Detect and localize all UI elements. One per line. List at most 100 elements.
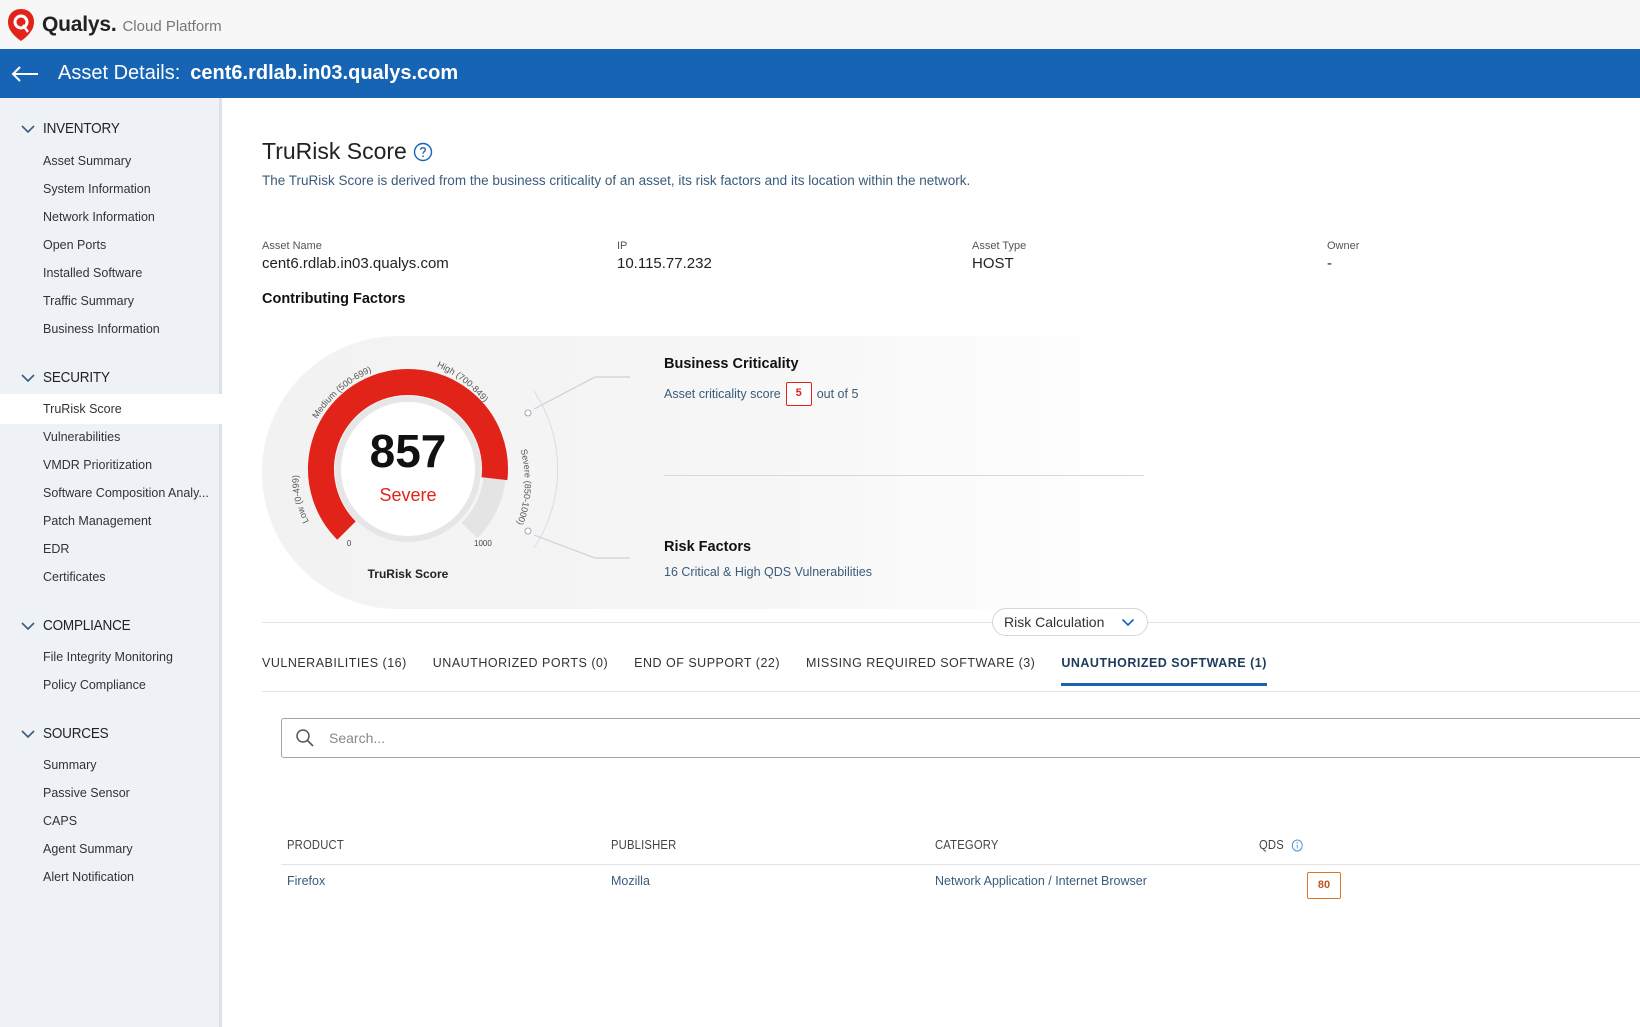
tab-end-of-support[interactable]: END OF SUPPORT (22) — [634, 656, 780, 686]
criticality-score-badge: 5 — [785, 382, 812, 406]
sidebar-item-summary[interactable]: Summary — [0, 750, 222, 780]
search-input[interactable] — [329, 730, 1529, 746]
trurisk-gauge: Low (0-499) Medium (500-699) High (700-8… — [290, 359, 630, 581]
owner-label: Owner — [1327, 240, 1360, 252]
back-arrow-icon[interactable] — [10, 64, 40, 84]
section-description: The TruRisk Score is derived from the bu… — [262, 173, 971, 188]
connector-line — [533, 534, 630, 559]
column-header-qds-label: QDS — [1259, 838, 1284, 852]
chevron-down-icon — [21, 373, 35, 382]
sidebar-item-trurisk-score[interactable]: TruRisk Score — [0, 394, 222, 424]
risk-calculation-divider — [262, 622, 1640, 623]
sidebar-section-label: INVENTORY — [43, 120, 120, 137]
sidebar-section-label: COMPLIANCE — [43, 617, 131, 634]
gauge-max-label: 1000 — [474, 539, 492, 548]
page-title-label: Asset Details: — [58, 62, 181, 84]
sidebar-item-asset-summary[interactable]: Asset Summary — [0, 146, 222, 176]
asset-name-value: cent6.rdlab.in03.qualys.com — [262, 255, 449, 272]
sidebar-section-inventory[interactable]: INVENTORY — [20, 120, 128, 137]
tab-unauthorized-ports[interactable]: UNAUTHORIZED PORTS (0) — [433, 656, 608, 686]
sidebar-item-edr[interactable]: EDR — [0, 534, 222, 564]
risk-calculation-label: Risk Calculation — [1004, 614, 1105, 630]
brand-name: Qualys. — [42, 12, 117, 36]
tab-vulnerabilities[interactable]: VULNERABILITIES (16) — [262, 656, 407, 686]
factor-divider — [664, 475, 1144, 476]
search-box — [281, 718, 1640, 758]
column-header-category[interactable]: CATEGORY — [935, 838, 999, 852]
cell-category: Network Application / Internet Browser — [935, 874, 1147, 888]
qualys-logo-icon[interactable] — [6, 8, 36, 42]
cell-qds-badge: 80 — [1307, 872, 1341, 899]
sidebar-section-sources[interactable]: SOURCES — [20, 725, 116, 742]
tab-missing-required-software[interactable]: MISSING REQUIRED SOFTWARE (3) — [806, 656, 1035, 686]
ip-value: 10.115.77.232 — [617, 255, 712, 272]
sidebar-item-alert-notification[interactable]: Alert Notification — [0, 862, 222, 892]
brand-subtitle: Cloud Platform — [122, 18, 222, 35]
chevron-down-icon — [21, 124, 35, 133]
contributing-factors-heading: Contributing Factors — [262, 291, 406, 307]
criticality-suffix: out of 5 — [816, 387, 859, 401]
business-criticality-title: Business Criticality — [664, 356, 799, 372]
sidebar-item-installed-software[interactable]: Installed Software — [0, 258, 222, 288]
band-label-severe-text: Severe (850-1000) — [515, 448, 533, 527]
sidebar-item-traffic-summary[interactable]: Traffic Summary — [0, 286, 222, 316]
band-label-low-text: Low (0-499) — [290, 475, 310, 525]
top-bar: Qualys. Cloud Platform — [0, 0, 1640, 49]
band-label-severe: Severe (850-1000) — [515, 448, 533, 527]
cell-publisher: Mozilla — [611, 874, 650, 888]
risk-calculation-toggle[interactable]: Risk Calculation — [992, 608, 1148, 636]
ip-label: IP — [617, 240, 628, 252]
band-label-low: Low (0-499) — [290, 475, 310, 525]
sidebar-item-passive-sensor[interactable]: Passive Sensor — [0, 778, 222, 808]
sidebar-item-network-information[interactable]: Network Information — [0, 202, 222, 232]
sidebar-item-software-composition-analysis[interactable]: Software Composition Analy... — [0, 478, 222, 508]
help-icon[interactable] — [413, 142, 433, 162]
sidebar-item-vulnerabilities[interactable]: Vulnerabilities — [0, 422, 222, 452]
chevron-down-icon — [1121, 618, 1135, 627]
tabs-divider — [262, 691, 1640, 692]
section-title: TruRisk Score — [262, 138, 433, 165]
asset-type-value: HOST — [972, 255, 1014, 272]
criticality-prefix: Asset criticality score — [664, 387, 781, 401]
sidebar-item-vmdr-prioritization[interactable]: VMDR Prioritization — [0, 450, 222, 480]
info-icon[interactable] — [1291, 839, 1303, 852]
main-content: TruRisk Score The TruRisk Score is deriv… — [222, 98, 1640, 1027]
chevron-down-icon — [21, 729, 35, 738]
sidebar-item-system-information[interactable]: System Information — [0, 174, 222, 204]
gauge-caption: TruRisk Score — [368, 567, 449, 581]
sidebar-item-agent-summary[interactable]: Agent Summary — [0, 834, 222, 864]
risk-factors-text: 16 Critical & High QDS Vulnerabilities — [664, 565, 872, 579]
sidebar-section-security[interactable]: SECURITY — [20, 369, 117, 386]
column-header-qds[interactable]: QDS — [1259, 838, 1303, 852]
asset-name-label: Asset Name — [262, 240, 322, 252]
asset-title-bar: Asset Details: cent6.rdlab.in03.qualys.c… — [0, 49, 1640, 98]
business-criticality-line: Asset criticality score 5 out of 5 — [664, 382, 858, 406]
gauge-outer-ring — [533, 390, 559, 549]
sidebar-item-business-information[interactable]: Business Information — [0, 314, 222, 344]
page-title-value: cent6.rdlab.in03.qualys.com — [190, 62, 459, 84]
sidebar-item-caps[interactable]: CAPS — [0, 806, 222, 836]
table-header-divider — [281, 864, 1640, 865]
risk-factors-title: Risk Factors — [664, 539, 752, 555]
connector-dot — [524, 409, 532, 417]
gauge-severity: Severe — [379, 485, 436, 505]
asset-type-label: Asset Type — [972, 240, 1027, 252]
gauge-min-label: 0 — [347, 539, 352, 548]
connector-line — [533, 376, 630, 410]
chevron-down-icon — [21, 621, 35, 630]
owner-value: - — [1327, 255, 1332, 272]
sidebar-item-patch-management[interactable]: Patch Management — [0, 506, 222, 536]
sidebar-section-label: SECURITY — [43, 369, 110, 386]
sidebar-item-file-integrity-monitoring[interactable]: File Integrity Monitoring — [0, 642, 222, 672]
sidebar-item-policy-compliance[interactable]: Policy Compliance — [0, 670, 222, 700]
sidebar: INVENTORY Asset Summary System Informati… — [0, 98, 222, 1027]
sidebar-item-open-ports[interactable]: Open Ports — [0, 230, 222, 260]
sidebar-item-certificates[interactable]: Certificates — [0, 562, 222, 592]
gauge-score: 857 — [370, 425, 447, 477]
column-header-publisher[interactable]: PUBLISHER — [611, 838, 676, 852]
column-header-product[interactable]: PRODUCT — [287, 838, 344, 852]
connector-dot — [524, 527, 532, 535]
tab-unauthorized-software[interactable]: UNAUTHORIZED SOFTWARE (1) — [1061, 656, 1267, 686]
section-title-text: TruRisk Score — [262, 138, 407, 164]
sidebar-section-compliance[interactable]: COMPLIANCE — [20, 617, 140, 634]
